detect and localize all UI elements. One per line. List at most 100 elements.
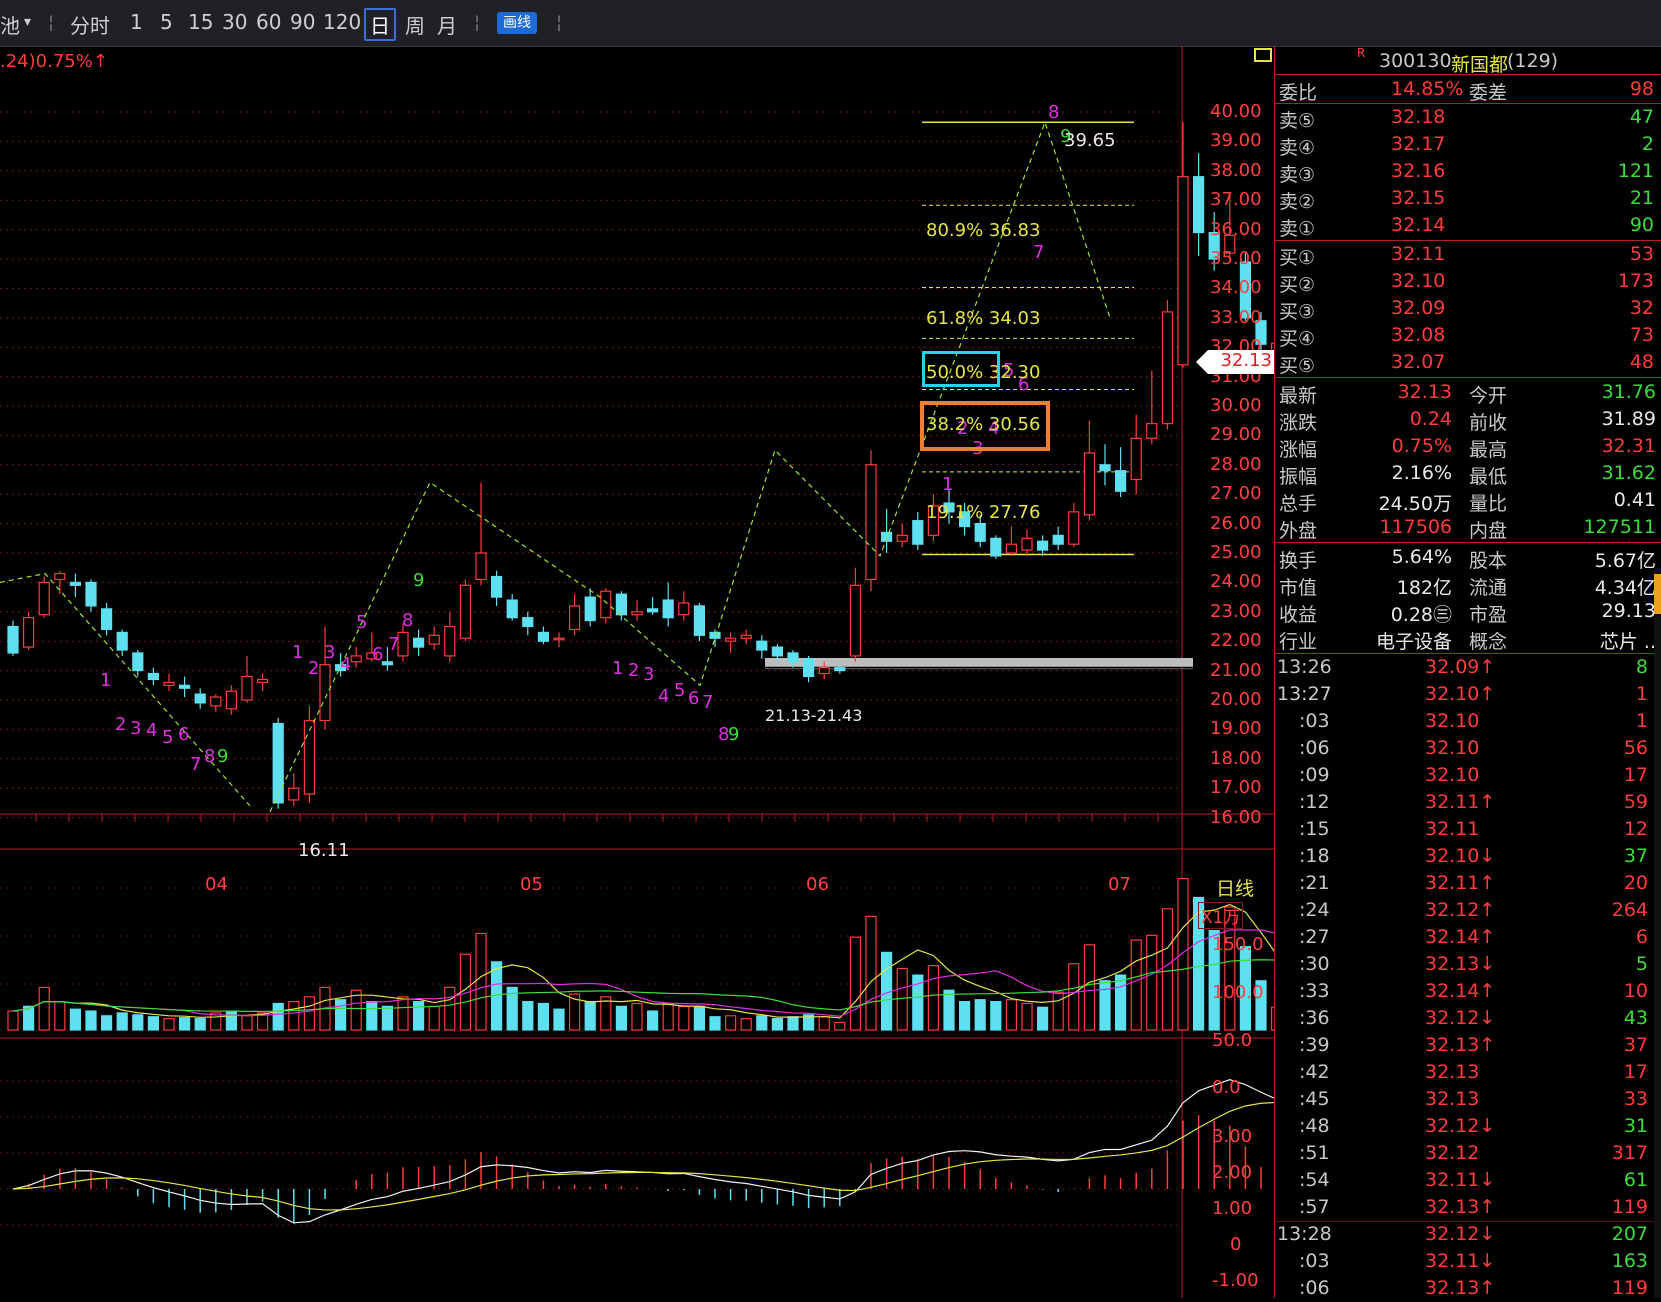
period-15min[interactable]: 15 (188, 10, 213, 34)
gap-bar (765, 657, 1193, 667)
candle-body (506, 599, 518, 619)
macd-tick: 1.00 (1212, 1198, 1253, 1219)
candle-body (974, 523, 986, 542)
candle-body (210, 696, 222, 707)
volume-bar (69, 1008, 82, 1031)
price-tick: 37.00 (1210, 189, 1262, 211)
volume-tick: 150.0 (1212, 934, 1264, 955)
price-tick: 36.00 (1210, 218, 1262, 240)
period-minute[interactable]: 分时 (70, 10, 110, 39)
quote-panel: R 300130 新国都 (129) 委比 14.85% 委差 98 卖⑤ 32.… (1274, 46, 1661, 1299)
macd-dea-line (12, 1101, 1274, 1211)
tick-row: :48 32.12↓ 31 (1275, 1113, 1661, 1140)
volume-bar (335, 999, 347, 1031)
price-tick: 34.00 (1210, 277, 1262, 299)
chart-area[interactable]: 123456781234567812345678123456789999 .24… (0, 46, 1274, 1298)
tick-price: 32.12↓ (1425, 1007, 1496, 1029)
kline-chart[interactable]: 12 3 4 5 67 8123456 781 2 34 5 6 78123456789999 (0, 46, 1274, 1298)
month-label-04: 04 (205, 874, 228, 895)
volume-bar (413, 1000, 425, 1031)
period-month[interactable]: 月 (437, 10, 457, 39)
macd-tick: 3.00 (1212, 1126, 1253, 1147)
period-30min[interactable]: 30 (222, 10, 247, 34)
candle-body (771, 646, 784, 657)
candles (7, 122, 1274, 809)
tick-row: :06 32.10 56 (1275, 735, 1661, 762)
period-1min[interactable]: 1 (130, 10, 143, 34)
candle-body (631, 611, 643, 616)
volume-bar (646, 1010, 659, 1031)
volume-bar (865, 915, 877, 1031)
td-count: 7 (1033, 242, 1044, 263)
candle-body (849, 584, 862, 657)
candle-body (116, 631, 128, 651)
tick-row: :03 32.10 1 (1275, 708, 1661, 735)
stat-row: 涨跌 0.24 前收 31.89 (1275, 406, 1661, 434)
ask-label: 卖① (1279, 218, 1316, 240)
stock-tab[interactable]: 池 (0, 10, 20, 39)
stat-label: 涨幅 (1279, 439, 1318, 461)
period-120min[interactable]: 120 (323, 10, 361, 34)
ask-row: 卖⑤ 32.18 47 (1275, 104, 1661, 132)
tick-time: 13:28 (1277, 1223, 1332, 1245)
td-count: 1 (100, 670, 111, 691)
candle-body (600, 590, 612, 619)
volume-bar (1099, 980, 1111, 1031)
period-tag[interactable]: 日线 (1216, 874, 1254, 901)
bid-price: 32.07 (1391, 351, 1446, 373)
volume-bar (1036, 1006, 1049, 1031)
volume-bar (1005, 999, 1018, 1031)
price-tick: 21.00 (1210, 659, 1262, 681)
divider (1275, 377, 1661, 378)
candle-body (179, 684, 191, 689)
draw-line-button[interactable]: 画线 (497, 12, 537, 34)
tick-price: 32.12↓ (1425, 1223, 1496, 1245)
volume-bar (397, 996, 409, 1031)
volume-bar (7, 1010, 19, 1031)
tag-arrow (1196, 350, 1208, 374)
weicha-value: 98 (1629, 78, 1654, 100)
tick-volume: 12 (1623, 818, 1648, 840)
macd-tick: 2.00 (1212, 1162, 1253, 1183)
ask-volume: 47 (1629, 106, 1654, 128)
tick-price: 32.11↓ (1425, 1250, 1496, 1272)
stat-value: 0.75% (1391, 435, 1452, 457)
ask-label: 卖② (1279, 191, 1316, 213)
td-count: 5 (356, 612, 367, 633)
stat-label: 外盘 (1279, 520, 1318, 542)
price-tick: 23.00 (1210, 600, 1262, 622)
tick-time: 13:27 (1277, 683, 1332, 705)
scrollbar[interactable] (1654, 568, 1661, 1298)
volume-bar (1177, 877, 1189, 1031)
tick-price: 32.13↑ (1425, 1277, 1496, 1299)
tick-volume: 1 (1635, 710, 1648, 732)
tick-price: 32.13 (1425, 1061, 1480, 1083)
fib-box-50 (922, 351, 1000, 387)
scrollbar-thumb[interactable] (1654, 574, 1661, 614)
td-count: 3 (324, 642, 335, 663)
candle-body (1052, 534, 1064, 545)
period-5min[interactable]: 5 (160, 10, 173, 34)
tick-time: :45 (1299, 1088, 1330, 1110)
candle-body (896, 534, 908, 542)
candle-body (568, 605, 581, 631)
dropdown-icon[interactable]: ▾ (24, 14, 31, 30)
period-90min[interactable]: 90 (290, 10, 315, 34)
td-count: 6 (178, 724, 189, 745)
period-60min[interactable]: 60 (256, 10, 281, 34)
volume-bar (1146, 934, 1158, 1031)
tick-volume: 317 (1611, 1142, 1648, 1164)
td-count: 5 (162, 727, 173, 748)
toggle-icon[interactable] (1254, 48, 1272, 62)
fib-box-38 (920, 401, 1050, 451)
period-week[interactable]: 周 (405, 10, 425, 39)
tick-price: 32.13↑ (1425, 1196, 1496, 1218)
period-day[interactable]: 日 (364, 8, 396, 41)
volume-bar (132, 1014, 144, 1031)
volume-bar (225, 1010, 237, 1031)
volume-bar (147, 1016, 159, 1031)
volume-bar (179, 1017, 191, 1031)
tick-volume: 119 (1611, 1277, 1648, 1299)
tick-volume: 5 (1635, 953, 1648, 975)
candle-body (818, 667, 830, 675)
